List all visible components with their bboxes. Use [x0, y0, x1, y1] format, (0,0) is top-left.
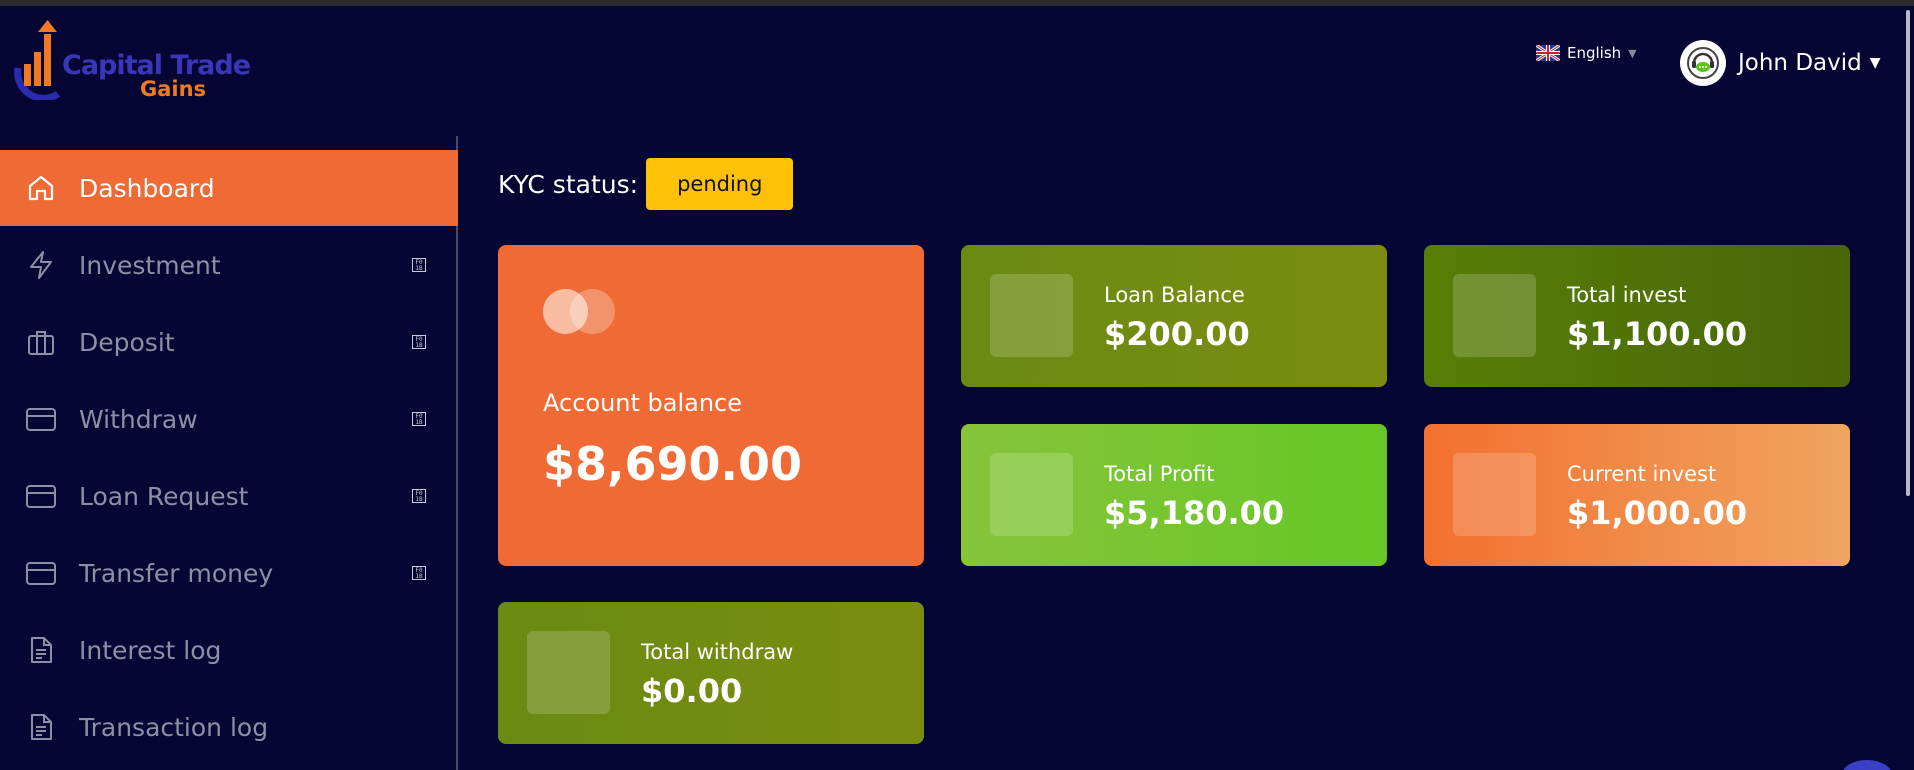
stat-value: $1,100.00	[1567, 315, 1748, 353]
loan-balance-card: Loan Balance $200.00	[961, 245, 1387, 387]
card-icon	[24, 556, 58, 590]
total-profit-card: Total Profit $5,180.00	[961, 424, 1387, 566]
sidebar-item-investment[interactable]: Investment F0 1B	[0, 227, 458, 303]
card-icon	[24, 402, 58, 436]
stat-icon	[990, 274, 1073, 357]
missing-glyph-icon: F0 1B	[412, 489, 426, 503]
window-top-bar	[0, 0, 1914, 6]
user-name: John David	[1738, 50, 1862, 76]
stat-label: Total Profit	[1104, 462, 1215, 486]
total-withdraw-card: Total withdraw $0.00	[498, 602, 924, 744]
user-menu[interactable]: John David ▼	[1680, 40, 1881, 86]
sidebar-item-label: Investment	[79, 250, 221, 280]
card-chip-icon	[570, 289, 615, 334]
kyc-status-label: KYC status:	[498, 169, 639, 199]
account-balance-value: $8,690.00	[543, 437, 802, 491]
sidebar-item-label: Loan Request	[79, 481, 249, 511]
document-icon	[24, 633, 58, 667]
sidebar-item-label: Transfer money	[79, 558, 274, 588]
stat-label: Total withdraw	[641, 640, 794, 664]
chevron-down-icon: ▼	[1869, 55, 1881, 71]
avatar	[1680, 40, 1726, 86]
sidebar-item-loan-request[interactable]: Loan Request F0 1B	[0, 458, 458, 534]
current-invest-card: Current invest $1,000.00	[1424, 424, 1850, 566]
document-icon	[24, 710, 58, 744]
stat-icon	[527, 631, 610, 714]
language-selector[interactable]: English ▼	[1536, 44, 1637, 62]
brand-name-line2: Gains	[140, 77, 207, 101]
sidebar-item-transaction-log[interactable]: Transaction log	[0, 689, 458, 765]
lightning-icon	[24, 248, 58, 282]
sidebar-item-label: Dashboard	[79, 173, 215, 203]
sidebar-item-label: Interest log	[79, 635, 222, 665]
language-label: English	[1567, 44, 1622, 62]
sidebar-item-withdraw[interactable]: Withdraw F0 1B	[0, 381, 458, 457]
missing-glyph-icon: F0 1B	[412, 566, 426, 580]
chevron-down-icon: ▼	[1628, 46, 1637, 60]
sidebar-item-deposit[interactable]: Deposit F0 1B	[0, 304, 458, 380]
sidebar-item-label: Withdraw	[79, 404, 198, 434]
stat-value: $0.00	[641, 672, 743, 710]
stat-label: Total invest	[1567, 283, 1687, 307]
stat-icon	[1453, 453, 1536, 536]
missing-glyph-icon: F0 1B	[412, 412, 426, 426]
account-balance-label: Account balance	[543, 389, 743, 417]
kyc-status: KYC status: pending	[498, 158, 794, 210]
sidebar-item-label: Transaction log	[79, 712, 269, 742]
stat-value: $5,180.00	[1104, 494, 1285, 532]
stat-label: Current invest	[1567, 462, 1717, 486]
total-invest-card: Total invest $1,100.00	[1424, 245, 1850, 387]
sidebar-item-label: Deposit	[79, 327, 175, 357]
scrollbar-thumb[interactable]	[1906, 10, 1910, 496]
sidebar: Dashboard Investment F0 1B Deposit F0 1B…	[0, 136, 458, 770]
chat-widget-button[interactable]	[1842, 760, 1892, 770]
sidebar-item-dashboard[interactable]: Dashboard	[0, 150, 458, 226]
brand-logo[interactable]: Capital Trade Gains	[14, 20, 251, 110]
missing-glyph-icon: F0 1B	[412, 258, 426, 272]
stat-value: $1,000.00	[1567, 494, 1748, 532]
stat-icon	[990, 453, 1073, 536]
status-badge[interactable]: pending	[646, 158, 794, 210]
home-icon	[24, 171, 58, 205]
card-icon	[24, 479, 58, 513]
sidebar-item-interest-log[interactable]: Interest log	[0, 612, 458, 688]
stat-label: Loan Balance	[1104, 283, 1245, 307]
account-balance-card: Account balance $8,690.00	[498, 245, 924, 566]
missing-glyph-icon: F0 1B	[412, 335, 426, 349]
briefcase-icon	[24, 325, 58, 359]
support-agent-icon	[1687, 47, 1719, 79]
stat-value: $200.00	[1104, 315, 1250, 353]
uk-flag-icon	[1536, 45, 1560, 61]
sidebar-item-transfer-money[interactable]: Transfer money F0 1B	[0, 535, 458, 611]
stat-icon	[1453, 274, 1536, 357]
